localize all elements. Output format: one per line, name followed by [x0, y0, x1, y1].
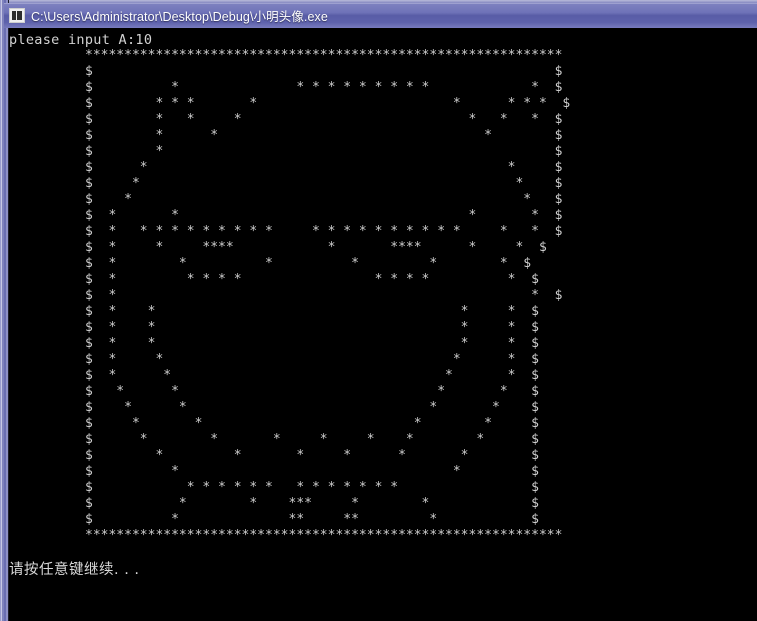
ascii-art-row: $ * * * * * * * $ — [85, 432, 539, 447]
console-app-icon — [9, 8, 25, 23]
window-frame-left-edge — [0, 0, 9, 621]
ascii-art-row: $ * * * $ — [85, 128, 563, 143]
ascii-art-row: $ * $ — [85, 144, 563, 159]
ascii-art-row: $ * * $ — [85, 160, 563, 175]
ascii-art-row: $ * * $ — [85, 192, 563, 207]
prompt-output-line: please input A:10 — [9, 32, 153, 48]
ascii-art-row: $ * * * * * * $ — [85, 112, 563, 127]
ascii-art-row: $ * * * * $ — [85, 336, 539, 351]
window-title: C:\Users\Administrator\Desktop\Debug\小明头… — [31, 10, 328, 24]
ascii-art-row: $ * * * * $ — [85, 384, 539, 399]
ascii-art-row: $ * * * * * * * * * * * * * * * * * * * … — [85, 224, 563, 239]
ascii-art-row: $ * * $ — [85, 176, 563, 191]
ascii-art-row: $ * * $ — [85, 288, 563, 303]
ascii-art-row: $ * * * * * * $ — [85, 256, 532, 271]
title-bar-content: C:\Users\Administrator\Desktop\Debug\小明头… — [9, 3, 328, 28]
ascii-art-row: $ * * * * $ — [85, 352, 539, 367]
ascii-art-row: ****************************************… — [85, 48, 563, 63]
ascii-art-row: $ * * * * $ — [85, 416, 539, 431]
ascii-art-row: $ * * * * $ — [85, 304, 539, 319]
ascii-art-row: $ * * * * * * * * * * * * * $ — [85, 480, 539, 495]
ascii-art-row: $ * ** ** * $ — [85, 512, 539, 527]
ascii-art-row: $ * * * * $ — [85, 208, 563, 223]
ascii-art-row: $ * * * * $ — [85, 368, 539, 383]
window-frame: C:\Users\Administrator\Desktop\Debug\小明头… — [0, 0, 757, 621]
ascii-art-row: $ * * **** * **** * * $ — [85, 240, 547, 255]
ascii-art-row: $ $ — [85, 64, 563, 79]
title-bar[interactable]: C:\Users\Administrator\Desktop\Debug\小明头… — [4, 3, 757, 28]
console-client-area[interactable]: please input A:10 **********************… — [9, 28, 757, 621]
ascii-art-portrait: ****************************************… — [85, 48, 570, 544]
ascii-art-row: $ * * * * * * * * * * * $ — [85, 80, 563, 95]
ascii-art-row: $ * * * * $ — [85, 320, 539, 335]
ascii-art-row: $ * * * * * * * * * * $ — [85, 272, 539, 287]
ascii-art-row: $ * * *** * * $ — [85, 496, 539, 511]
ascii-art-row: ****************************************… — [85, 528, 563, 543]
ascii-art-row: $ * * * * * * * * $ — [85, 96, 571, 111]
ascii-art-row: $ * * * * * * $ — [85, 448, 539, 463]
ascii-art-row: $ * * $ — [85, 464, 539, 479]
pause-message: 请按任意键继续. . . — [9, 562, 140, 578]
ascii-art-row: $ * * * * $ — [85, 400, 539, 415]
